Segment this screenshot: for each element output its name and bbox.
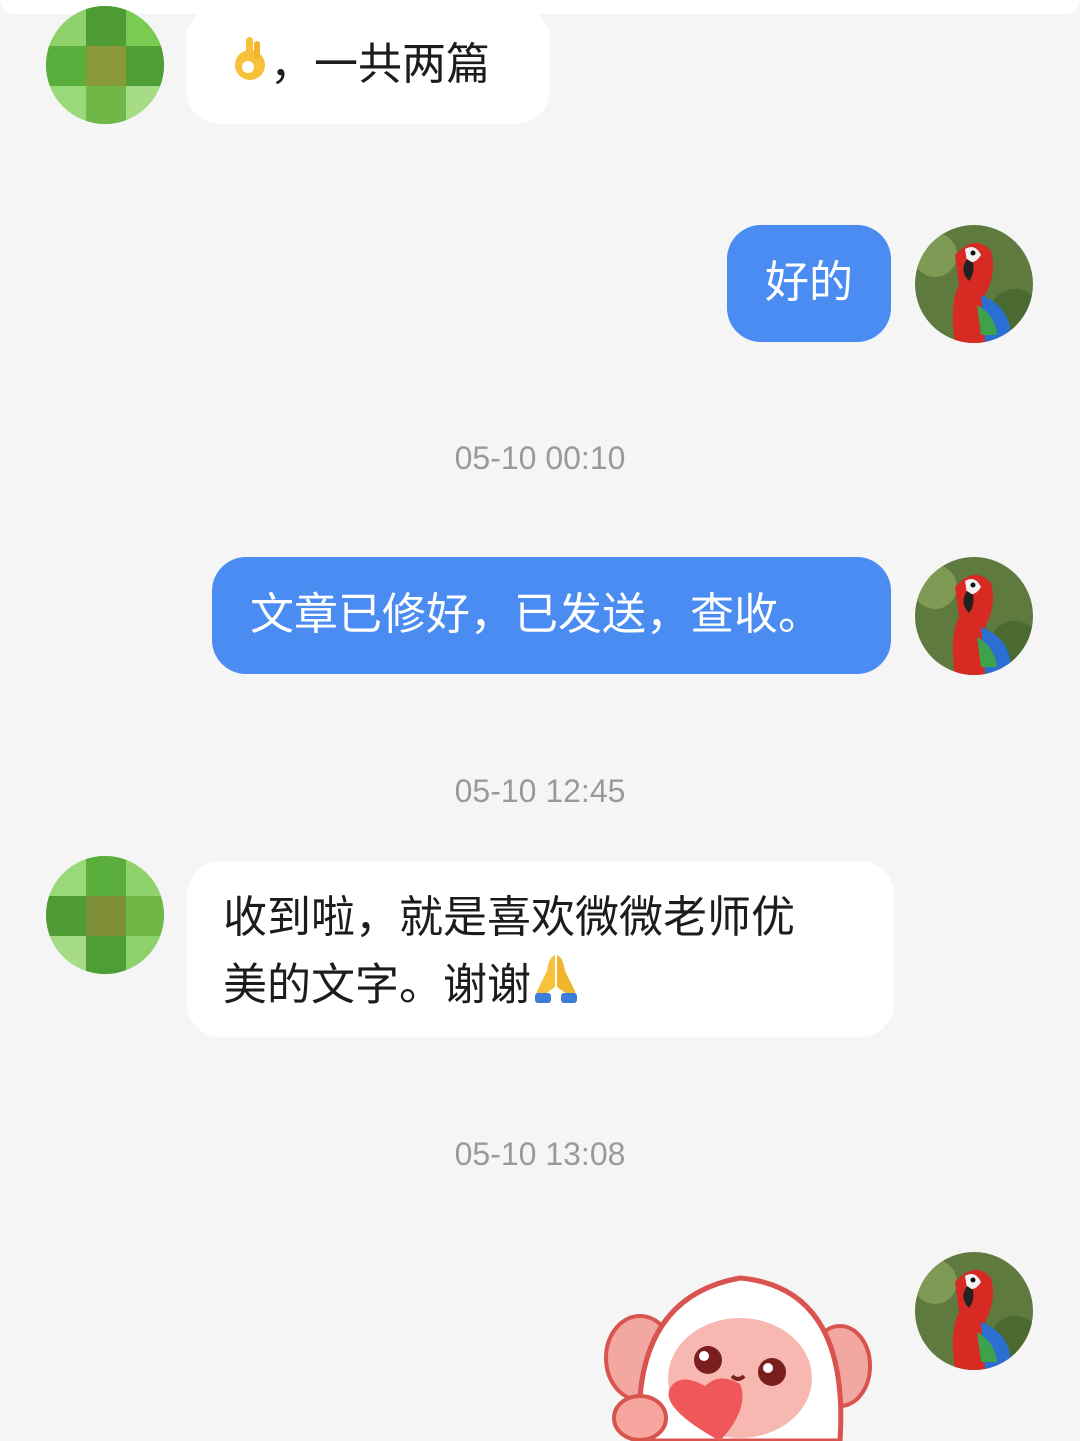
folded-hands-emoji-icon [531,951,581,1024]
message-text: 好的 [765,257,853,308]
self-avatar[interactable] [915,557,1033,675]
self-avatar[interactable] [915,1252,1033,1370]
contact-avatar[interactable] [46,856,164,974]
message-bubble-incoming[interactable]: ，一共两篇 [186,6,550,124]
parrot-avatar-icon [915,225,1033,343]
message-bubble-outgoing[interactable]: 好的 [727,225,891,342]
message-text: 文章已修好，已发送，查收。 [250,589,822,640]
message-bubble-outgoing[interactable]: 文章已修好，已发送，查收。 [212,557,891,674]
lamb-sticker[interactable] [600,1268,880,1441]
timestamp: 05-10 12:45 [454,773,626,809]
message-text-line: 收到啦，就是喜欢微微老师优 [223,892,795,943]
timestamp: 05-10 00:10 [454,440,626,476]
message-text: 美的文字。谢谢 [223,959,531,1011]
previous-message-edge [0,0,1080,14]
contact-avatar[interactable] [46,6,164,124]
message-text: ，一共两篇 [270,39,490,90]
parrot-avatar-icon [915,1252,1033,1370]
parrot-avatar-icon [915,557,1033,675]
self-avatar[interactable] [915,225,1033,343]
message-bubble-incoming[interactable]: 收到啦，就是喜欢微微老师优 美的文字。谢谢 [187,861,894,1037]
timestamp: 05-10 13:08 [454,1136,626,1172]
blurred-avatar-icon [46,6,164,124]
ok-hand-emoji-icon [230,33,270,102]
message-text-line: 美的文字。谢谢 [223,951,894,1024]
blurred-avatar-icon [46,856,164,974]
